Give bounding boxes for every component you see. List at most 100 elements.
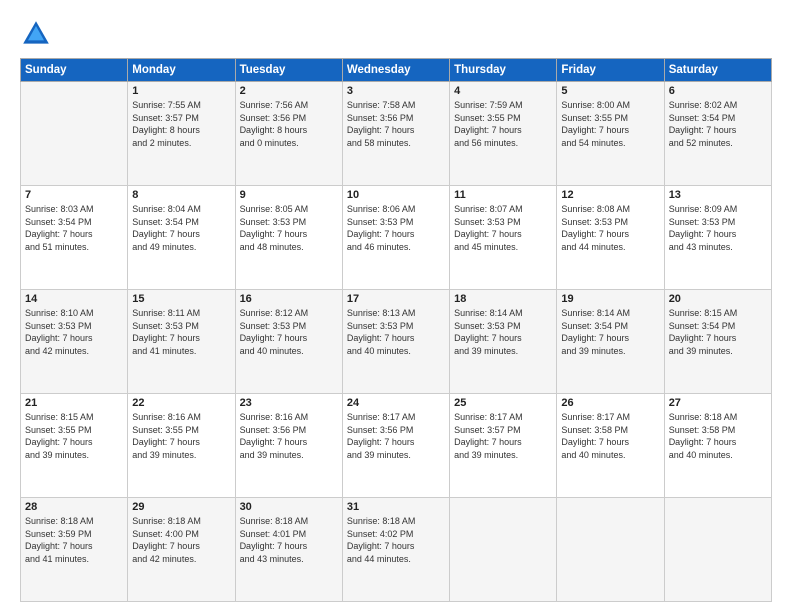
day-number: 1 <box>132 85 230 97</box>
day-number: 28 <box>25 501 123 513</box>
day-info: Sunrise: 8:17 AMSunset: 3:57 PMDaylight:… <box>454 411 552 461</box>
calendar-day-13: 13Sunrise: 8:09 AMSunset: 3:53 PMDayligh… <box>664 186 771 290</box>
calendar-day-8: 8 Sunrise: 8:04 AMSunset: 3:54 PMDaylight… <box>128 186 235 290</box>
calendar-day-12: 12 Sunrise: 8:08 AMSunset: 3:53 PMDayligh… <box>557 186 664 290</box>
calendar-day-15: 15 Sunrise: 8:11 AMSunset: 3:53 PMDayligh… <box>128 290 235 394</box>
calendar-week-row: 1Sunrise: 7:55 AMSunset: 3:57 PMDaylight… <box>21 82 772 186</box>
day-info: Sunrise: 8:00 AMSunset: 3:55 PMDaylight:… <box>561 99 659 149</box>
day-number: 25 <box>454 397 552 409</box>
day-number: 20 <box>669 293 767 305</box>
day-number: 5 <box>561 85 659 97</box>
day-info: Sunrise: 8:18 AMSunset: 3:58 PMDaylight:… <box>669 411 767 461</box>
calendar-empty-cell <box>21 82 128 186</box>
day-info: Sunrise: 8:16 AMSunset: 3:55 PMDaylight:… <box>132 411 230 461</box>
day-info: Sunrise: 7:59 AMSunset: 3:55 PMDaylight:… <box>454 99 552 149</box>
day-info: Sunrise: 7:58 AMSunset: 3:56 PMDaylight:… <box>347 99 445 149</box>
calendar-day-9: 9 Sunrise: 8:05 AMSunset: 3:53 PMDaylight… <box>235 186 342 290</box>
weekday-header-monday: Monday <box>128 59 235 82</box>
day-info: Sunrise: 8:04 AMSunset: 3:54 PMDaylight:… <box>132 203 230 253</box>
calendar-empty-cell <box>664 498 771 602</box>
day-info: Sunrise: 8:16 AMSunset: 3:56 PMDaylight:… <box>240 411 338 461</box>
calendar-day-28: 28 Sunrise: 8:18 AMSunset: 3:59 PMDayligh… <box>21 498 128 602</box>
day-info: Sunrise: 8:07 AMSunset: 3:53 PMDaylight:… <box>454 203 552 253</box>
day-number: 14 <box>25 293 123 305</box>
day-number: 22 <box>132 397 230 409</box>
day-info: Sunrise: 7:56 AMSunset: 3:56 PMDaylight:… <box>240 99 338 149</box>
calendar-day-22: 22 Sunrise: 8:16 AMSunset: 3:55 PMDayligh… <box>128 394 235 498</box>
day-number: 9 <box>240 189 338 201</box>
day-number: 24 <box>347 397 445 409</box>
calendar-day-23: 23 Sunrise: 8:16 AMSunset: 3:56 PMDayligh… <box>235 394 342 498</box>
day-info: Sunrise: 8:11 AMSunset: 3:53 PMDaylight:… <box>132 307 230 357</box>
calendar-day-2: 2 Sunrise: 7:56 AMSunset: 3:56 PMDaylight… <box>235 82 342 186</box>
day-info: Sunrise: 8:17 AMSunset: 3:58 PMDaylight:… <box>561 411 659 461</box>
day-number: 17 <box>347 293 445 305</box>
day-number: 27 <box>669 397 767 409</box>
calendar-empty-cell <box>450 498 557 602</box>
calendar-day-10: 10 Sunrise: 8:06 AMSunset: 3:53 PMDayligh… <box>342 186 449 290</box>
calendar-day-1: 1Sunrise: 7:55 AMSunset: 3:57 PMDaylight… <box>128 82 235 186</box>
day-info: Sunrise: 8:14 AMSunset: 3:53 PMDaylight:… <box>454 307 552 357</box>
day-number: 15 <box>132 293 230 305</box>
calendar-day-29: 29Sunrise: 8:18 AMSunset: 4:00 PMDayligh… <box>128 498 235 602</box>
weekday-row: SundayMondayTuesdayWednesdayThursdayFrid… <box>21 59 772 82</box>
weekday-header-friday: Friday <box>557 59 664 82</box>
weekday-header-tuesday: Tuesday <box>235 59 342 82</box>
day-number: 11 <box>454 189 552 201</box>
calendar-table: SundayMondayTuesdayWednesdayThursdayFrid… <box>20 58 772 602</box>
calendar-day-18: 18 Sunrise: 8:14 AMSunset: 3:53 PMDayligh… <box>450 290 557 394</box>
day-number: 8 <box>132 189 230 201</box>
day-number: 13 <box>669 189 767 201</box>
day-number: 30 <box>240 501 338 513</box>
calendar-day-31: 31 Sunrise: 8:18 AMSunset: 4:02 PMDayligh… <box>342 498 449 602</box>
calendar-day-27: 27 Sunrise: 8:18 AMSunset: 3:58 PMDayligh… <box>664 394 771 498</box>
day-number: 12 <box>561 189 659 201</box>
day-info: Sunrise: 8:15 AMSunset: 3:54 PMDaylight:… <box>669 307 767 357</box>
day-info: Sunrise: 8:15 AMSunset: 3:55 PMDaylight:… <box>25 411 123 461</box>
calendar-day-6: 6 Sunrise: 8:02 AMSunset: 3:54 PMDaylight… <box>664 82 771 186</box>
calendar-day-19: 19Sunrise: 8:14 AMSunset: 3:54 PMDayligh… <box>557 290 664 394</box>
day-info: Sunrise: 8:10 AMSunset: 3:53 PMDaylight:… <box>25 307 123 357</box>
calendar-empty-cell <box>557 498 664 602</box>
day-info: Sunrise: 8:02 AMSunset: 3:54 PMDaylight:… <box>669 99 767 149</box>
day-info: Sunrise: 8:18 AMSunset: 4:02 PMDaylight:… <box>347 515 445 565</box>
day-number: 18 <box>454 293 552 305</box>
calendar-header: SundayMondayTuesdayWednesdayThursdayFrid… <box>21 59 772 82</box>
day-number: 2 <box>240 85 338 97</box>
day-info: Sunrise: 8:08 AMSunset: 3:53 PMDaylight:… <box>561 203 659 253</box>
calendar-day-26: 26 Sunrise: 8:17 AMSunset: 3:58 PMDayligh… <box>557 394 664 498</box>
logo-icon <box>20 18 52 50</box>
day-number: 19 <box>561 293 659 305</box>
calendar-day-4: 4 Sunrise: 7:59 AMSunset: 3:55 PMDaylight… <box>450 82 557 186</box>
day-number: 16 <box>240 293 338 305</box>
header <box>20 18 772 50</box>
day-number: 31 <box>347 501 445 513</box>
day-info: Sunrise: 8:06 AMSunset: 3:53 PMDaylight:… <box>347 203 445 253</box>
day-info: Sunrise: 8:18 AMSunset: 4:01 PMDaylight:… <box>240 515 338 565</box>
weekday-header-thursday: Thursday <box>450 59 557 82</box>
day-info: Sunrise: 8:05 AMSunset: 3:53 PMDaylight:… <box>240 203 338 253</box>
calendar-day-3: 3 Sunrise: 7:58 AMSunset: 3:56 PMDaylight… <box>342 82 449 186</box>
day-number: 26 <box>561 397 659 409</box>
calendar-day-17: 17Sunrise: 8:13 AMSunset: 3:53 PMDayligh… <box>342 290 449 394</box>
day-number: 3 <box>347 85 445 97</box>
day-number: 6 <box>669 85 767 97</box>
calendar-day-16: 16 Sunrise: 8:12 AMSunset: 3:53 PMDayligh… <box>235 290 342 394</box>
day-number: 4 <box>454 85 552 97</box>
day-number: 23 <box>240 397 338 409</box>
day-number: 10 <box>347 189 445 201</box>
calendar-day-11: 11 Sunrise: 8:07 AMSunset: 3:53 PMDayligh… <box>450 186 557 290</box>
calendar-day-30: 30 Sunrise: 8:18 AMSunset: 4:01 PMDayligh… <box>235 498 342 602</box>
calendar-day-7: 7Sunrise: 8:03 AMSunset: 3:54 PMDaylight… <box>21 186 128 290</box>
day-info: Sunrise: 8:18 AMSunset: 3:59 PMDaylight:… <box>25 515 123 565</box>
page: SundayMondayTuesdayWednesdayThursdayFrid… <box>0 0 792 612</box>
calendar-day-24: 24 Sunrise: 8:17 AMSunset: 3:56 PMDayligh… <box>342 394 449 498</box>
calendar-day-5: 5 Sunrise: 8:00 AMSunset: 3:55 PMDaylight… <box>557 82 664 186</box>
calendar-body: 1Sunrise: 7:55 AMSunset: 3:57 PMDaylight… <box>21 82 772 602</box>
weekday-header-sunday: Sunday <box>21 59 128 82</box>
day-info: Sunrise: 8:17 AMSunset: 3:56 PMDaylight:… <box>347 411 445 461</box>
day-number: 29 <box>132 501 230 513</box>
calendar-week-row: 7Sunrise: 8:03 AMSunset: 3:54 PMDaylight… <box>21 186 772 290</box>
day-info: Sunrise: 8:12 AMSunset: 3:53 PMDaylight:… <box>240 307 338 357</box>
weekday-header-saturday: Saturday <box>664 59 771 82</box>
